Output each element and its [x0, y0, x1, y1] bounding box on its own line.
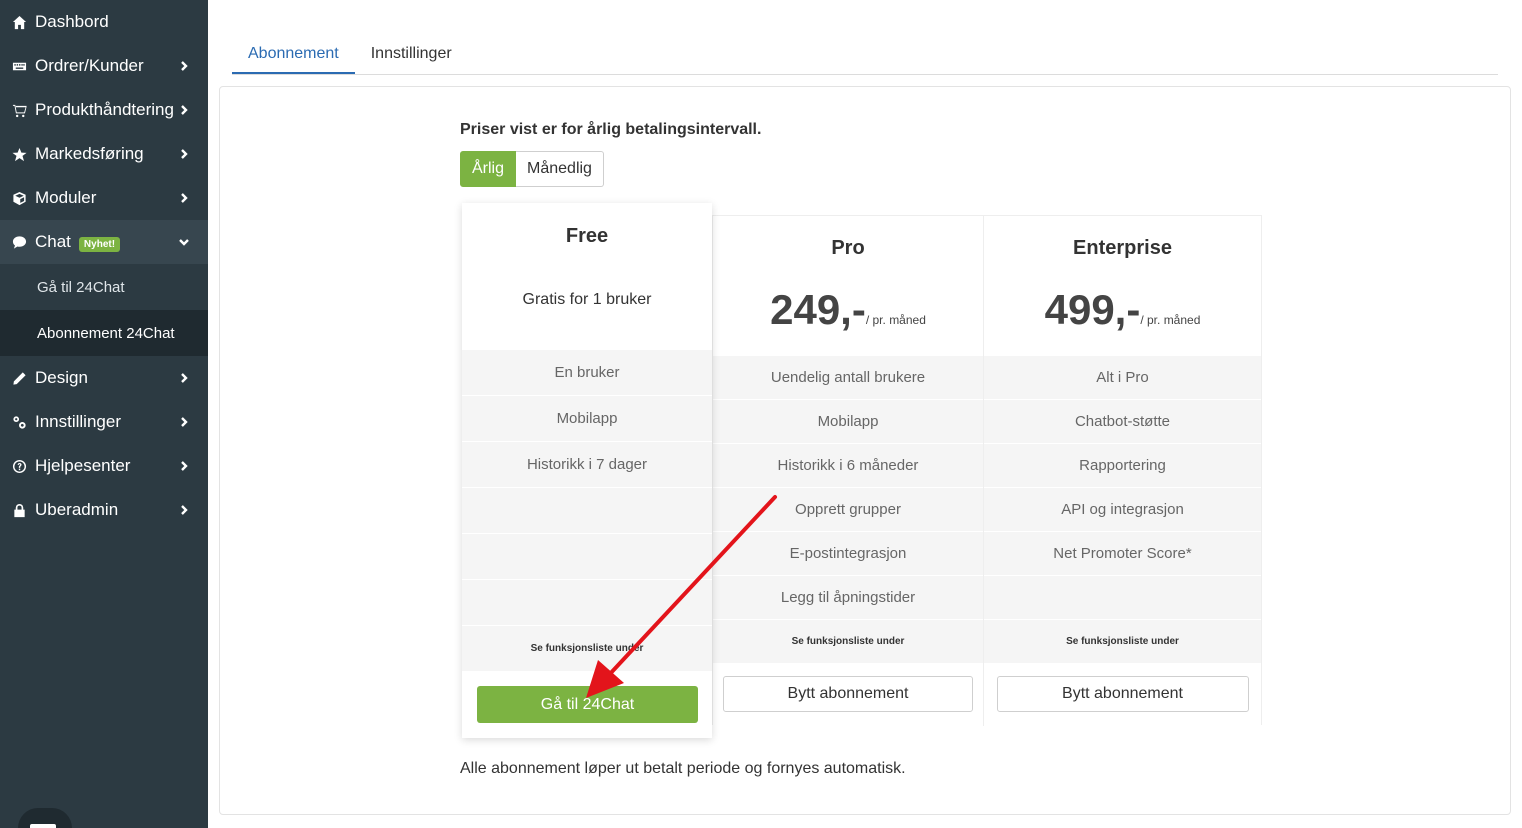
lock-icon [10, 501, 28, 519]
chevron-right-icon [178, 416, 190, 428]
chevron-right-icon [178, 504, 190, 516]
plan-free: Free Gratis for 1 bruker En bruker Mobil… [462, 203, 712, 738]
plan-free-subtitle: Gratis for 1 bruker [522, 291, 652, 308]
chat-label: Chat [35, 232, 71, 251]
plan-pro-header: Pro 249,-/ pr. måned [713, 216, 983, 355]
sidebar-item-label: Design [35, 368, 88, 387]
new-badge: Nyhet! [78, 237, 121, 252]
feature-row: API og integrasjon [984, 487, 1261, 531]
sidebar-item-label: Uberadmin [35, 500, 119, 519]
plan-pro: Pro 249,-/ pr. måned Uendelig antall bru… [713, 216, 983, 726]
sidebar-item-label: Hjelpesenter [35, 456, 131, 475]
tab-abonnement[interactable]: Abonnement [232, 34, 355, 74]
home-icon [10, 13, 28, 31]
feature-row-empty [462, 487, 712, 533]
chevron-right-icon [178, 460, 190, 472]
feature-row: Legg til åpningstider [713, 575, 983, 619]
sidebar-item-label: Produkthåndtering [35, 100, 174, 119]
plan-pro-cta-row: Bytt abonnement [713, 663, 983, 725]
feature-list-note: Se funksjonsliste under [713, 619, 983, 663]
sidebar-item-produkthandtering[interactable]: Produkthåndtering [0, 88, 208, 132]
sidebar-item-uberadmin[interactable]: Uberadmin [0, 488, 208, 532]
chevron-right-icon [178, 192, 190, 204]
plans-table: Pro 249,-/ pr. måned Uendelig antall bru… [712, 215, 1262, 726]
sidebar-item-label: Chat Nyhet! [35, 232, 178, 252]
plan-enterprise-price-period: / pr. måned [1140, 313, 1201, 327]
chat-launcher-icon [30, 824, 56, 828]
tab-bar: Abonnement Innstillinger [232, 34, 1498, 75]
chevron-right-icon [178, 148, 190, 160]
pencil-icon [10, 369, 28, 387]
chat-icon [10, 233, 28, 251]
tab-innstillinger[interactable]: Innstillinger [355, 34, 468, 74]
feature-row: Opprett grupper [713, 487, 983, 531]
interval-yearly-button[interactable]: Årlig [460, 151, 517, 187]
sidebar-item-markedsforing[interactable]: Markedsføring [0, 132, 208, 176]
cart-icon [10, 101, 28, 119]
feature-row: Historikk i 7 dager [462, 441, 712, 487]
plan-pro-name: Pro [831, 237, 865, 259]
plan-pro-price-period: / pr. måned [865, 313, 926, 327]
feature-row-empty [984, 575, 1261, 619]
feature-list-note: Se funksjonsliste under [462, 625, 712, 671]
interval-monthly-button[interactable]: Månedlig [516, 151, 604, 187]
sidebar-item-label: Dashbord [35, 12, 109, 31]
question-icon [10, 457, 28, 475]
plan-enterprise-name: Enterprise [1073, 237, 1172, 259]
star-icon [10, 145, 28, 163]
keyboard-icon [10, 57, 28, 75]
chevron-right-icon [178, 372, 190, 384]
feature-row: Mobilapp [462, 395, 712, 441]
sidebar-item-moduler[interactable]: Moduler [0, 176, 208, 220]
sidebar-subitem-abonnement-24chat[interactable]: Abonnement 24Chat [0, 310, 208, 356]
plan-enterprise-price: 499,-/ pr. måned [984, 286, 1261, 334]
plan-free-name: Free [565, 225, 609, 247]
cube-icon [10, 189, 28, 207]
feature-row: Historikk i 6 måneder [713, 443, 983, 487]
chevron-down-icon [178, 236, 190, 248]
go-to-24chat-button[interactable]: Gå til 24Chat [477, 686, 698, 723]
feature-list-note: Se funksjonsliste under [984, 619, 1261, 663]
price-note: Priser vist er for årlig betalingsinterv… [460, 121, 762, 138]
plan-enterprise: Enterprise 499,-/ pr. måned Alt i Pro Ch… [983, 216, 1261, 726]
change-subscription-enterprise-button[interactable]: Bytt abonnement [996, 676, 1249, 712]
billing-interval-toggle: Årlig Månedlig [460, 151, 604, 187]
sidebar-item-label: Markedsføring [35, 144, 144, 163]
sidebar-item-ordrer-kunder[interactable]: Ordrer/Kunder [0, 44, 208, 88]
sidebar-item-dashbord[interactable]: Dashbord [0, 0, 208, 44]
plan-free-features: En bruker Mobilapp Historikk i 7 dager S… [462, 349, 712, 671]
feature-row-empty [462, 533, 712, 579]
feature-row: Net Promoter Score* [984, 531, 1261, 575]
feature-row: Chatbot-støtte [984, 399, 1261, 443]
change-subscription-pro-button[interactable]: Bytt abonnement [723, 676, 973, 712]
feature-row-empty [462, 579, 712, 625]
chat-launcher-button[interactable] [18, 808, 72, 828]
feature-row: Mobilapp [713, 399, 983, 443]
sidebar-item-chat[interactable]: Chat Nyhet! [0, 220, 208, 264]
feature-row: Uendelig antall brukere [713, 355, 983, 399]
feature-row: En bruker [462, 349, 712, 395]
plan-enterprise-header: Enterprise 499,-/ pr. måned [984, 216, 1261, 355]
feature-row: E-postintegrasjon [713, 531, 983, 575]
sidebar-item-design[interactable]: Design [0, 356, 208, 400]
renewal-footnote: Alle abonnement løper ut betalt periode … [460, 760, 906, 777]
sidebar-item-label: Moduler [35, 188, 97, 207]
chevron-right-icon [178, 104, 190, 116]
chevron-right-icon [178, 60, 190, 72]
gears-icon [10, 413, 28, 431]
sidebar: Dashbord Ordrer/Kunder Produkthåndtering… [0, 0, 208, 828]
plan-enterprise-cta-row: Bytt abonnement [984, 663, 1261, 725]
sidebar-item-label: Ordrer/Kunder [35, 56, 144, 75]
feature-row: Alt i Pro [984, 355, 1261, 399]
plan-pro-price-value: 249,- [770, 286, 866, 333]
plan-enterprise-price-value: 499,- [1044, 286, 1141, 333]
plan-pro-price: 249,-/ pr. måned [713, 286, 983, 334]
sidebar-item-label: Innstillinger [35, 412, 121, 431]
sidebar-item-hjelpesenter[interactable]: Hjelpesenter [0, 444, 208, 488]
sidebar-item-innstillinger[interactable]: Innstillinger [0, 400, 208, 444]
feature-row: Rapportering [984, 443, 1261, 487]
sidebar-subitem-ga-til-24chat[interactable]: Gå til 24Chat [0, 264, 208, 310]
